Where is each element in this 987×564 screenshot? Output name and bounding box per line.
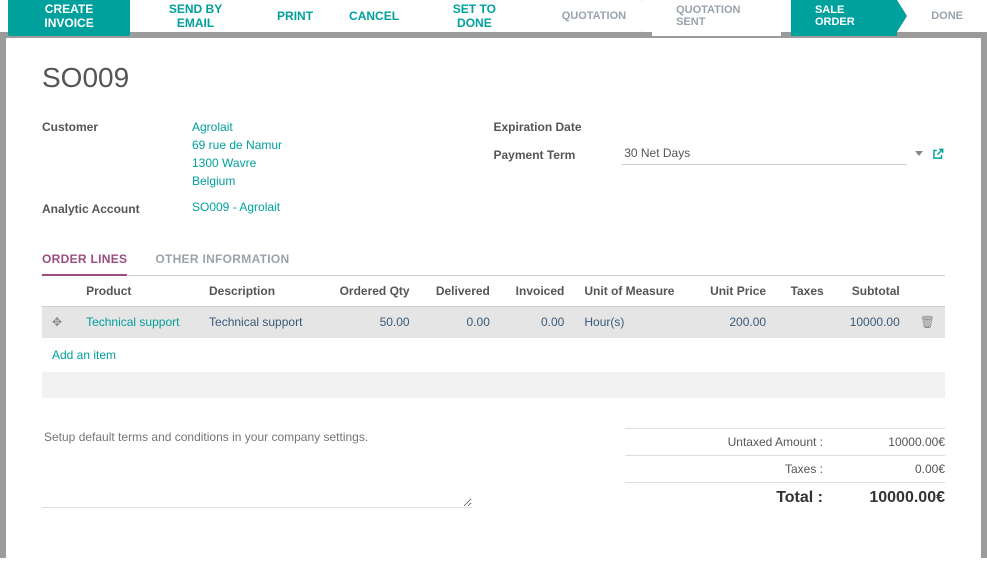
cell-delivered[interactable]: 0.00 — [420, 307, 500, 338]
print-button[interactable]: PRINT — [265, 3, 325, 29]
col-invoiced: Invoiced — [500, 276, 574, 307]
tabs: ORDER LINES OTHER INFORMATION — [42, 244, 945, 276]
stage-done[interactable]: DONE — [907, 2, 979, 30]
cell-invoiced[interactable]: 0.00 — [500, 307, 574, 338]
terms-textarea[interactable] — [42, 428, 472, 508]
tab-other-info[interactable]: OTHER INFORMATION — [155, 244, 289, 275]
grand-total-value: 10000.00€ — [835, 489, 945, 507]
order-lines-table: Product Description Ordered Qty Delivere… — [42, 276, 945, 338]
analytic-label: Analytic Account — [42, 200, 192, 216]
cell-product[interactable]: Technical support — [76, 307, 199, 338]
status-stages: QUOTATION QUOTATION SENT SALE ORDER DONE — [538, 0, 979, 32]
col-taxes: Taxes — [776, 276, 834, 307]
table-row[interactable]: ✥ Technical support Technical support 50… — [42, 307, 945, 338]
untaxed-label: Untaxed Amount : — [625, 435, 835, 449]
cell-description[interactable]: Technical support — [199, 307, 322, 338]
expiration-label: Expiration Date — [494, 118, 674, 134]
col-uom: Unit of Measure — [574, 276, 693, 307]
taxes-total-label: Taxes : — [625, 462, 835, 476]
customer-city: 1300 Wavre — [192, 154, 494, 172]
customer-name: Agrolait — [192, 118, 494, 136]
analytic-value[interactable]: SO009 - Agrolait — [192, 200, 280, 214]
customer-label: Customer — [42, 118, 192, 190]
send-email-button[interactable]: SEND BY EMAIL — [138, 0, 253, 36]
payment-term-label: Payment Term — [494, 146, 623, 162]
external-link-icon[interactable] — [931, 147, 945, 161]
taxes-total-value: 0.00€ — [835, 462, 945, 476]
col-delivered: Delivered — [420, 276, 500, 307]
payment-term-input[interactable] — [622, 142, 907, 165]
stage-sale-order[interactable]: SALE ORDER — [791, 0, 897, 36]
stage-quotation-sent[interactable]: QUOTATION SENT — [652, 0, 781, 36]
col-product: Product — [76, 276, 199, 307]
col-description: Description — [199, 276, 322, 307]
tab-order-lines[interactable]: ORDER LINES — [42, 244, 127, 276]
grand-total-label: Total : — [625, 489, 835, 507]
cell-ordered-qty[interactable]: 50.00 — [322, 307, 420, 338]
customer-street: 69 rue de Namur — [192, 136, 494, 154]
cell-unit-price[interactable]: 200.00 — [694, 307, 776, 338]
col-subtotal: Subtotal — [834, 276, 910, 307]
set-done-button[interactable]: SET TO DONE — [423, 0, 526, 36]
totals-panel: Untaxed Amount : 10000.00€ Taxes : 0.00€… — [625, 428, 945, 513]
cell-subtotal[interactable]: 10000.00 — [834, 307, 910, 338]
empty-row — [42, 372, 945, 398]
action-toolbar: CREATE INVOICE SEND BY EMAIL PRINT CANCE… — [0, 0, 987, 32]
expiration-value[interactable] — [674, 118, 946, 134]
dropdown-caret-icon[interactable] — [915, 151, 923, 156]
delete-row-icon[interactable]: 🗑 — [920, 315, 935, 329]
customer-value[interactable]: Agrolait 69 rue de Namur 1300 Wavre Belg… — [192, 118, 494, 190]
col-unit-price: Unit Price — [694, 276, 776, 307]
form-sheet: SO009 Customer Agrolait 69 rue de Namur … — [0, 32, 987, 558]
order-title: SO009 — [42, 62, 945, 94]
customer-country: Belgium — [192, 172, 494, 190]
untaxed-value: 10000.00€ — [835, 435, 945, 449]
cell-taxes[interactable] — [776, 307, 834, 338]
add-item-link[interactable]: Add an item — [52, 348, 116, 362]
create-invoice-button[interactable]: CREATE INVOICE — [8, 0, 130, 36]
cancel-button[interactable]: CANCEL — [337, 3, 411, 29]
cell-uom[interactable]: Hour(s) — [574, 307, 693, 338]
col-ordered-qty: Ordered Qty — [322, 276, 420, 307]
stage-quotation[interactable]: QUOTATION — [538, 2, 642, 30]
drag-handle-icon[interactable]: ✥ — [52, 315, 66, 329]
